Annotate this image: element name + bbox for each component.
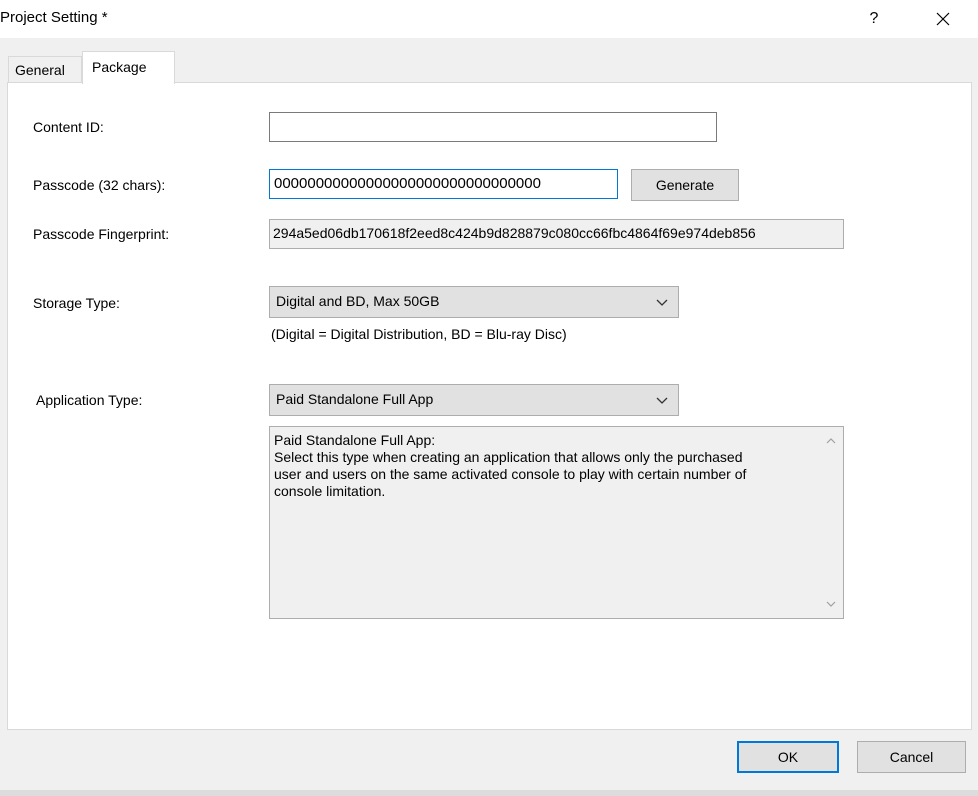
description-line: Paid Standalone Full App: bbox=[274, 432, 436, 448]
storage-type-note: (Digital = Digital Distribution, BD = Bl… bbox=[271, 326, 567, 342]
passcode-label: Passcode (32 chars): bbox=[33, 177, 166, 193]
package-panel: Content ID: Passcode (32 chars): 0000000… bbox=[7, 82, 972, 730]
application-type-label: Application Type: bbox=[36, 392, 143, 408]
description-line: Select this type when creating an applic… bbox=[274, 449, 743, 465]
close-button[interactable] bbox=[928, 5, 958, 33]
scroll-down-icon[interactable] bbox=[825, 598, 837, 610]
content-id-label: Content ID: bbox=[33, 119, 104, 135]
cancel-button[interactable]: Cancel bbox=[857, 741, 966, 773]
tab-general[interactable]: General bbox=[8, 56, 82, 83]
storage-type-label: Storage Type: bbox=[33, 295, 120, 311]
fingerprint-field[interactable]: 294a5ed06db170618f2eed8c424b9d828879c080… bbox=[269, 219, 844, 249]
fingerprint-label: Passcode Fingerprint: bbox=[33, 226, 170, 242]
close-icon bbox=[936, 12, 950, 26]
help-button[interactable]: ? bbox=[862, 6, 886, 32]
passcode-input[interactable]: 00000000000000000000000000000000 bbox=[269, 169, 618, 199]
tab-package[interactable]: Package bbox=[82, 51, 175, 84]
storage-type-select[interactable]: Digital and BD, Max 50GB bbox=[269, 286, 679, 318]
application-type-description[interactable]: Paid Standalone Full App: Select this ty… bbox=[269, 426, 844, 619]
generate-button[interactable]: Generate bbox=[631, 169, 739, 201]
window-title: Project Setting * bbox=[0, 9, 108, 26]
scroll-up-icon[interactable] bbox=[825, 435, 837, 447]
bottom-edge bbox=[0, 790, 978, 796]
application-type-value: Paid Standalone Full App bbox=[276, 391, 434, 407]
content-id-input[interactable] bbox=[269, 112, 717, 142]
title-bar: Project Setting * ? bbox=[0, 0, 978, 38]
description-line: console limitation. bbox=[274, 483, 386, 499]
chevron-down-icon bbox=[656, 397, 668, 404]
storage-type-value: Digital and BD, Max 50GB bbox=[276, 293, 440, 309]
description-line: user and users on the same activated con… bbox=[274, 466, 747, 482]
ok-button[interactable]: OK bbox=[737, 741, 839, 773]
chevron-down-icon bbox=[656, 299, 668, 306]
application-type-select[interactable]: Paid Standalone Full App bbox=[269, 384, 679, 416]
